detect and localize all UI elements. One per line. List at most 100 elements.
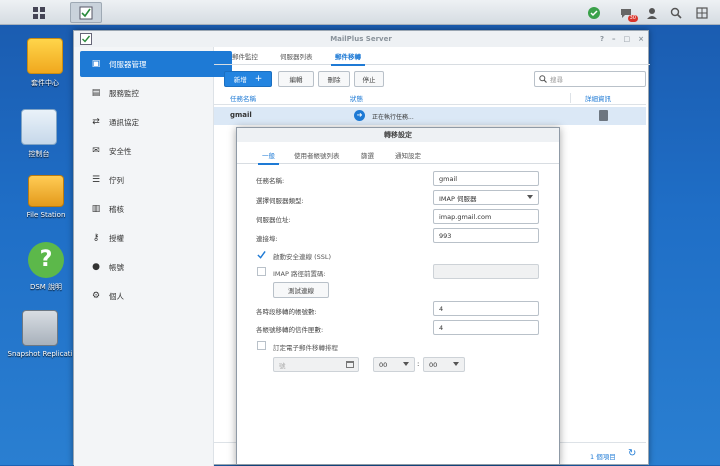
plus-icon: + [254,74,263,84]
account-icon: ● [92,262,100,272]
imap-prefix-checkbox[interactable] [257,267,266,276]
hour-value: 00 [379,360,388,369]
ssl-checkbox[interactable] [257,250,266,259]
details-clipboard-icon[interactable] [599,110,608,121]
sidebar-item-protocol[interactable]: ⇄ 通訊協定 [80,109,232,135]
sidebar-item-personal[interactable]: ⚙ 個人 [80,283,232,309]
snapshot-replication-icon [22,310,58,346]
sidebar-item-queue[interactable]: ☰ 佇列 [80,167,232,193]
schedule-label: 訂定電子郵件移轉排程 [273,344,338,352]
queue-icon: ☰ [91,175,101,185]
server-address-label: 伺服器位址: [256,216,291,224]
test-connection-button[interactable]: 測試連線 [273,282,329,298]
personal-icon: ⚙ [91,291,101,301]
sidebar-item-label: 帳號 [109,262,124,272]
sidebar-item-service-monitor[interactable]: ▤ 服務監控 [80,80,232,106]
dialog-title: 轉移設定 [237,128,559,142]
delete-button[interactable]: 刪除 [318,71,350,87]
desktop-icon-label: 套件中心 [31,79,59,87]
dialog-tab-filter[interactable]: 篩選 [361,150,374,160]
sidebar-item-label: 安全性 [109,146,132,156]
imap-prefix-field[interactable] [433,264,539,279]
search-input[interactable]: 搜尋 [534,71,646,87]
column-header-details[interactable]: 詳細資訊 [570,93,646,103]
chevron-down-icon [453,362,459,366]
sidebar-item-license[interactable]: ⚷ 授權 [80,225,232,251]
notification-icon[interactable]: 30 [616,3,638,22]
desktop-icon-package-center[interactable]: 套件中心 [9,38,81,88]
sync-status-icon[interactable] [584,3,604,22]
checkmark-icon [257,250,266,259]
concurrent-accounts-field[interactable]: 4 [433,301,539,316]
dialog-tab-user-list[interactable]: 使用者帳號列表 [294,150,340,160]
mailplus-app-icon [79,6,93,19]
column-header-status[interactable]: 狀態 [350,93,363,103]
table-row[interactable]: gmail ➜ 正在執行任務... [214,107,646,125]
sidebar-item-security[interactable]: ✉ 安全性 [80,138,232,164]
package-center-icon [27,38,63,74]
search-placeholder: 搜尋 [550,76,563,84]
control-panel-icon [21,109,57,145]
add-button[interactable]: 新增 + [224,71,272,87]
date-placeholder: 號 [279,361,286,370]
widgets-icon[interactable] [692,3,712,22]
notification-badge: 30 [627,15,638,22]
chevron-down-icon [403,362,409,366]
server-type-select[interactable]: IMAP 伺服器 [433,190,539,205]
maximize-icon[interactable]: □ [624,31,631,47]
server-address-field[interactable]: imap.gmail.com [433,209,539,224]
emails-per-account-field[interactable]: 4 [433,320,539,335]
column-header-task-name[interactable]: 任務名稱 [230,93,256,103]
desktop-icon-label: 控制台 [28,150,50,158]
tab-bar: 郵件監控 伺服器列表 郵件移轉 [214,47,650,66]
taskbar-app-mailplus[interactable] [70,2,102,23]
user-icon[interactable] [642,3,662,22]
refresh-icon[interactable]: ↻ [628,448,636,459]
sidebar-item-server-management[interactable]: ▣ 伺服器管理 [80,51,232,77]
desktop-icon-snapshot-replication[interactable]: Snapshot Replicati [4,310,76,358]
minimize-icon[interactable]: – [612,31,616,47]
sidebar-item-label: 通訊協定 [109,117,139,127]
table-header: 任務名稱 狀態 詳細資訊 [214,93,646,105]
task-name-field[interactable]: gmail [433,171,539,186]
server-type-label: 選擇伺服器類型: [256,197,304,205]
schedule-hour-select[interactable]: 00 [373,357,415,372]
dialog-tab-notification[interactable]: 通知設定 [395,150,421,160]
chevron-down-icon [527,195,533,199]
main-menu-button[interactable] [26,2,52,23]
sidebar-item-account[interactable]: ● 帳號 [80,254,232,280]
stop-button[interactable]: 停止 [354,71,384,87]
add-button-label: 新增 [233,76,247,84]
port-field[interactable]: 993 [433,228,539,243]
search-icon[interactable] [666,3,686,22]
schedule-checkbox[interactable] [257,341,266,350]
schedule-date-field[interactable]: 號 [273,357,359,372]
status-cell: 正在執行任務... [372,114,414,121]
sidebar: ▣ 伺服器管理 ▤ 服務監控 ⇄ 通訊協定 ✉ 安全性 ☰ 佇列 ▥ 稽核 ⚷ … [74,47,232,466]
dialog-tab-general[interactable]: 一般 [258,150,279,165]
sidebar-item-label: 個人 [109,291,124,301]
item-count: 1 個項目 [590,453,616,461]
desktop-icon-label: Snapshot Replicati [7,350,73,358]
edit-button[interactable]: 編輯 [278,71,314,87]
desktop-icon-file-station[interactable]: File Station [10,175,82,219]
ssl-label: 啟動安全連線 (SSL) [273,253,332,261]
help-icon[interactable]: ? [600,31,604,47]
desktop-icon-dsm-help[interactable]: ? DSM 說明 [10,242,82,292]
license-icon: ⚷ [92,233,100,243]
schedule-minute-select[interactable]: 00 [423,357,465,372]
tab-mail-migration[interactable]: 郵件移轉 [331,51,365,66]
mailplus-app-icon [80,33,92,45]
desktop-icon-label: DSM 說明 [29,283,63,291]
sidebar-item-audit[interactable]: ▥ 稽核 [80,196,232,222]
help-icon: ? [28,242,64,278]
tab-mail-monitor[interactable]: 郵件監控 [232,51,258,61]
tab-server-list[interactable]: 伺服器列表 [280,51,313,61]
security-icon: ✉ [92,146,100,156]
taskbar: 30 [0,0,720,25]
server-type-value: IMAP 伺服器 [439,194,477,203]
window-titlebar[interactable]: MailPlus Server ? – □ × [74,31,648,47]
port-label: 連接埠: [256,235,278,243]
desktop-icon-control-panel[interactable]: 控制台 [3,109,75,159]
close-icon[interactable]: × [638,31,644,47]
